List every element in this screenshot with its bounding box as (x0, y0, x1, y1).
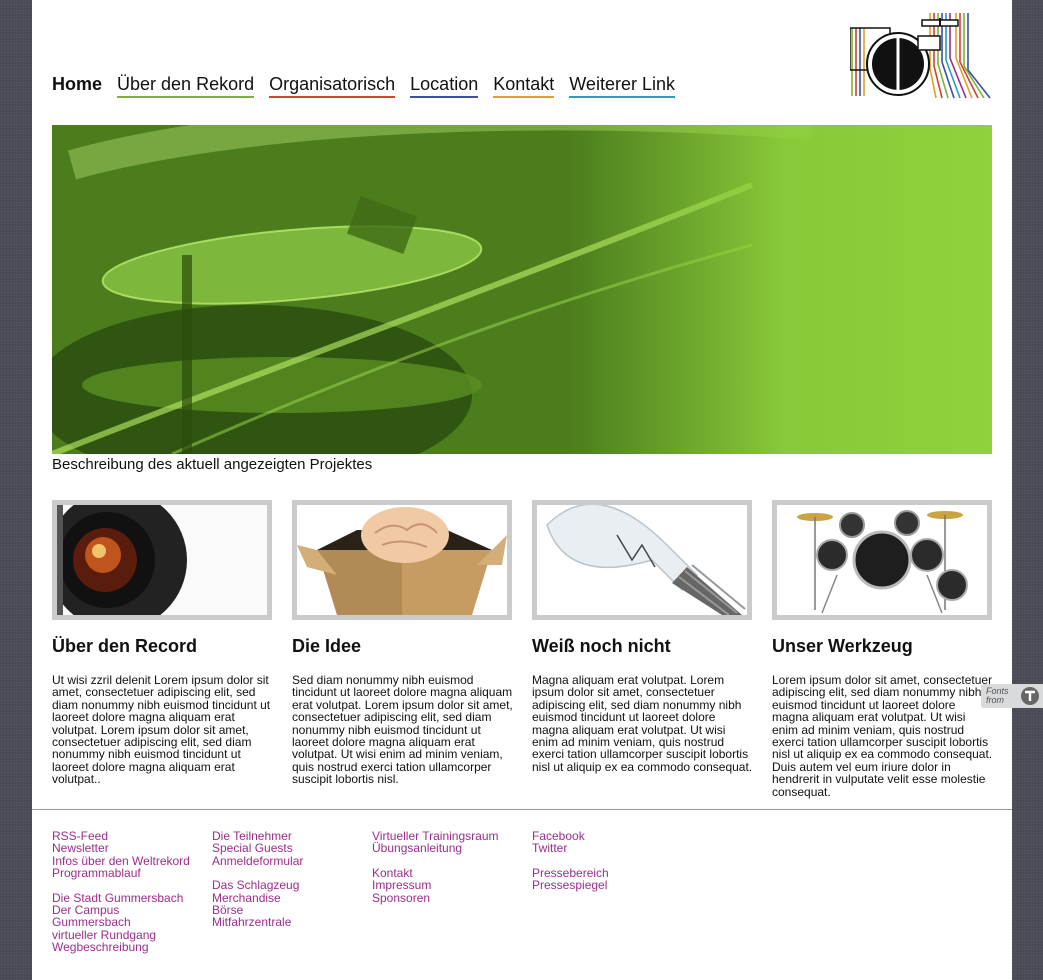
card-ueber-den-record[interactable]: Über den Record Ut wisi zzril delenit Lo… (52, 500, 272, 785)
badge-line-2: from (986, 695, 1004, 705)
nav-home[interactable]: Home (52, 73, 102, 98)
nav-kontakt[interactable]: Kontakt (493, 73, 555, 98)
card-text: Ut wisi zzril delenit Lorem ipsum dolor … (52, 673, 271, 787)
camera-lens-image[interactable] (52, 500, 272, 620)
card-title: Unser Werkzeug (772, 636, 913, 656)
footer-link[interactable]: Programmablauf (52, 867, 190, 880)
nav-weiterer-link[interactable]: Weiterer Link (569, 73, 675, 98)
site-logo[interactable] (850, 8, 992, 100)
fonts-logo-icon (1021, 687, 1039, 705)
footer-link[interactable]: Newsletter (52, 842, 190, 855)
footer-link[interactable]: Sponsoren (372, 891, 499, 904)
footer-column-2: Die Teilnehmer Special Guests Anmeldefor… (212, 830, 303, 929)
nav-organisatorisch[interactable]: Organisatorisch (269, 73, 396, 98)
card-text: Magna aliquam erat volutpat. Lorem ipsum… (532, 673, 753, 774)
light-bulb-image[interactable] (532, 500, 752, 620)
footer-divider (32, 809, 1012, 810)
footer-link[interactable]: Übungsanleitung (372, 842, 499, 855)
footer-column-4: Facebook Twitter Pressebereich Pressespi… (532, 830, 609, 892)
main-nav: Home Über den Rekord Organisatorisch Loc… (52, 73, 690, 98)
footer-link[interactable]: Das Schlagzeug (212, 879, 303, 892)
footer-link[interactable]: Mitfahrzentrale (212, 916, 303, 929)
card-text: Lorem ipsum dolor sit amet, consectetuer… (772, 673, 993, 799)
card-die-idee[interactable]: Die Idee Sed diam nonummy nibh euismod t… (292, 500, 513, 785)
hero-caption: Beschreibung des aktuell angezeigten Pro… (52, 456, 373, 473)
footer-link[interactable]: Special Guests (212, 842, 303, 855)
footer-link[interactable]: Wegbeschreibung (52, 941, 190, 954)
drum-kit-image[interactable] (772, 500, 992, 620)
nav-ueber-den-rekord[interactable]: Über den Rekord (117, 73, 255, 98)
footer-link[interactable]: Anmeldeformular (212, 854, 303, 867)
footer-column-3: Virtueller Trainingsraum Übungsanleitung… (372, 830, 499, 904)
footer-link[interactable]: Pressespiegel (532, 879, 609, 892)
footer-link[interactable]: Twitter (532, 842, 609, 855)
hero-slideshow[interactable] (52, 125, 992, 454)
drummer-photo (52, 125, 992, 454)
nav-location[interactable]: Location (410, 73, 479, 98)
card-title: Über den Record (52, 636, 198, 656)
card-title: Die Idee (292, 636, 362, 656)
card-text: Sed diam nonummy nibh euismod tincidunt … (292, 673, 513, 787)
card-unser-werkzeug[interactable]: Unser Werkzeug Lorem ipsum dolor sit ame… (772, 500, 992, 798)
footer-column-1: RSS-Feed Newsletter Infos über den Weltr… (52, 830, 190, 954)
card-title: Weiß noch nicht (532, 636, 671, 656)
brain-in-box-image[interactable] (292, 500, 512, 620)
fonts-from-badge[interactable]: Fonts from (981, 684, 1043, 708)
footer-link[interactable]: Der Campus Gummersbach (52, 904, 182, 929)
card-weiss-noch-nicht[interactable]: Weiß noch nicht Magna aliquam erat volut… (532, 500, 752, 773)
page-container: Home Über den Rekord Organisatorisch Loc… (32, 0, 1012, 980)
footer-link[interactable]: Impressum (372, 879, 499, 892)
